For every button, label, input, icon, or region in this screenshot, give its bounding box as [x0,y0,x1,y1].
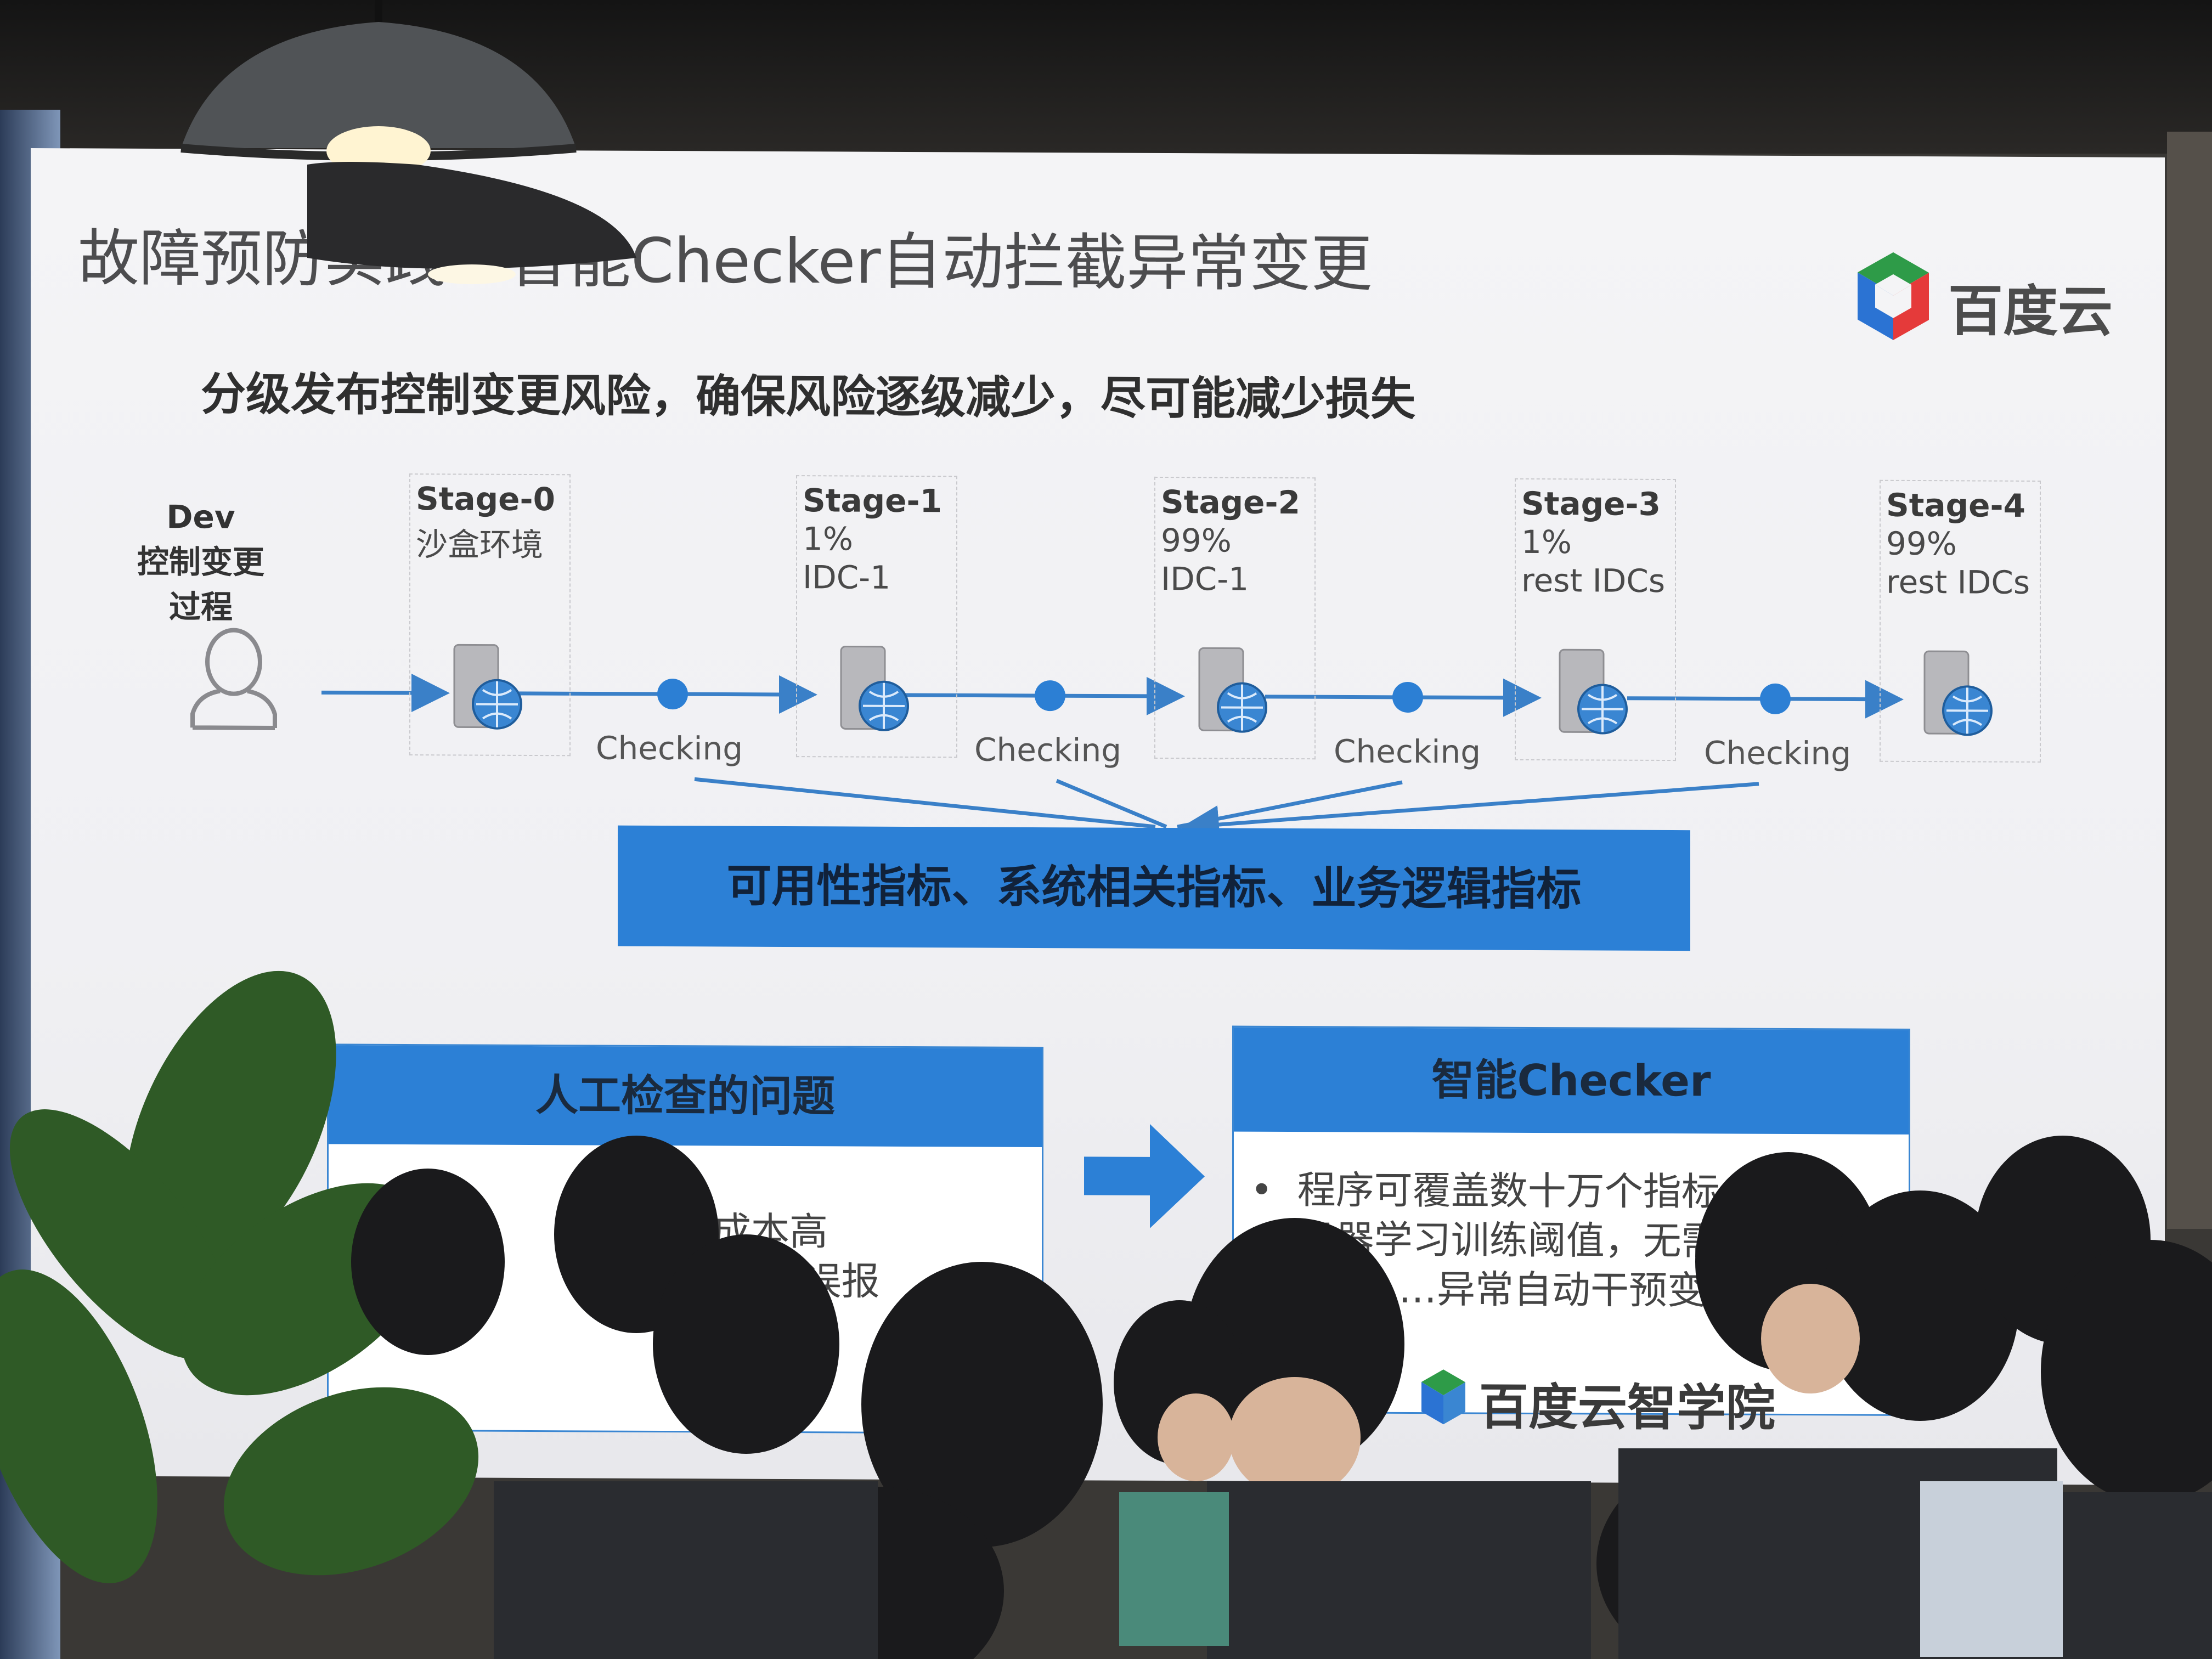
server-globe-icon [1923,650,1993,736]
stage-desc: 1% [1521,523,1572,561]
server-globe-icon [453,644,522,730]
stage-desc: 99% [1886,524,1957,563]
dev-label: Dev 控制变更过程 [124,494,278,630]
checking-label: Checking [1704,734,1852,772]
server-globe-icon [1198,647,1267,733]
dev-subtitle: 控制变更过程 [137,543,264,626]
panel-bullet: • 程序可覆盖数十万个指标 [1250,1167,1720,1215]
stage-desc: 99% [1161,521,1232,560]
panel-bullet: …漏报&误报 [658,1257,880,1304]
panel-bullet: …覆盖…成本高 [559,1208,828,1255]
stage-desc: rest IDCs [1521,561,1666,600]
stage-title: Stage-0 [416,480,555,518]
checkpoint-dot [1035,680,1065,712]
body [1207,1481,1591,1659]
person-icon [190,628,277,730]
projector-screen: 故障预防实践：智能Checker自动拦截异常变更 百度云 分级发布控制变更风险，… [31,148,2165,1485]
head [752,1487,1004,1659]
right-wall [2167,132,2212,1229]
checking-label: Checking [596,729,743,768]
stage-desc: IDC-1 [1161,560,1249,598]
stage-title: Stage-2 [1161,483,1300,522]
shirt [1920,1481,2063,1657]
converge-line [694,777,1156,829]
cube-logo-icon [1421,1369,1465,1425]
stage-1-box: Stage-1 1% IDC-1 [796,475,957,758]
manual-check-panel: 人工检查的问题 …覆盖…成本高 …漏报&误报 [327,1043,1043,1435]
metrics-banner: 可用性指标、系统相关指标、业务逻辑指标 [618,825,1690,951]
server-globe-icon [1559,648,1628,735]
checkpoint-dot [657,679,688,710]
checking-label: Checking [1334,732,1481,771]
checking-label: Checking [974,731,1122,769]
body [494,1481,878,1659]
stage-4-box: Stage-4 99% rest IDCs [1880,479,2041,763]
watermark-text: 百度云智学院 [1479,1378,1775,1437]
stage-desc: 沙盒环境 [416,526,544,564]
stage-desc: IDC-1 [803,558,891,596]
stage-0-box: Stage-0 沙盒环境 [409,473,571,757]
bullet-text: 程序可覆盖数十万个指标 [1297,1167,1720,1215]
stage-desc: rest IDCs [1886,563,2030,601]
stage-desc: 1% [803,520,854,558]
metrics-text: 可用性指标、系统相关指标、业务逻辑指标 [726,860,1582,916]
bullet-text: 机器学习训练阈值，无需… [1297,1217,1758,1264]
head [1596,1454,1860,1659]
stage-title: Stage-1 [803,482,942,520]
stage-3-box: Stage-3 1% rest IDCs [1515,478,1676,761]
head [1306,1525,1547,1659]
panel-bullet: • 机器学习训练阈值，无需… [1250,1216,1758,1264]
right-arrow-icon [1084,1124,1205,1228]
server-globe-icon [840,645,909,731]
stage-title: Stage-4 [1886,486,2025,524]
ceiling [0,0,2212,154]
dev-title: Dev [166,498,235,536]
panel-header: 人工检查的问题 [329,1045,1042,1148]
panel-header: 智能Checker [1234,1027,1909,1135]
checkpoint-dot [1760,683,1791,714]
panel-bullet: …异常自动干预变更 [1398,1266,1744,1313]
shirt [1119,1492,1229,1646]
checkpoint-dot [1392,681,1423,713]
stage-2-box: Stage-2 99% IDC-1 [1154,476,1316,760]
watermark: 百度云智学院 [1419,1356,1803,1445]
body [2030,1492,2212,1659]
stage-title: Stage-3 [1521,484,1661,523]
converge-line [1181,782,1759,844]
